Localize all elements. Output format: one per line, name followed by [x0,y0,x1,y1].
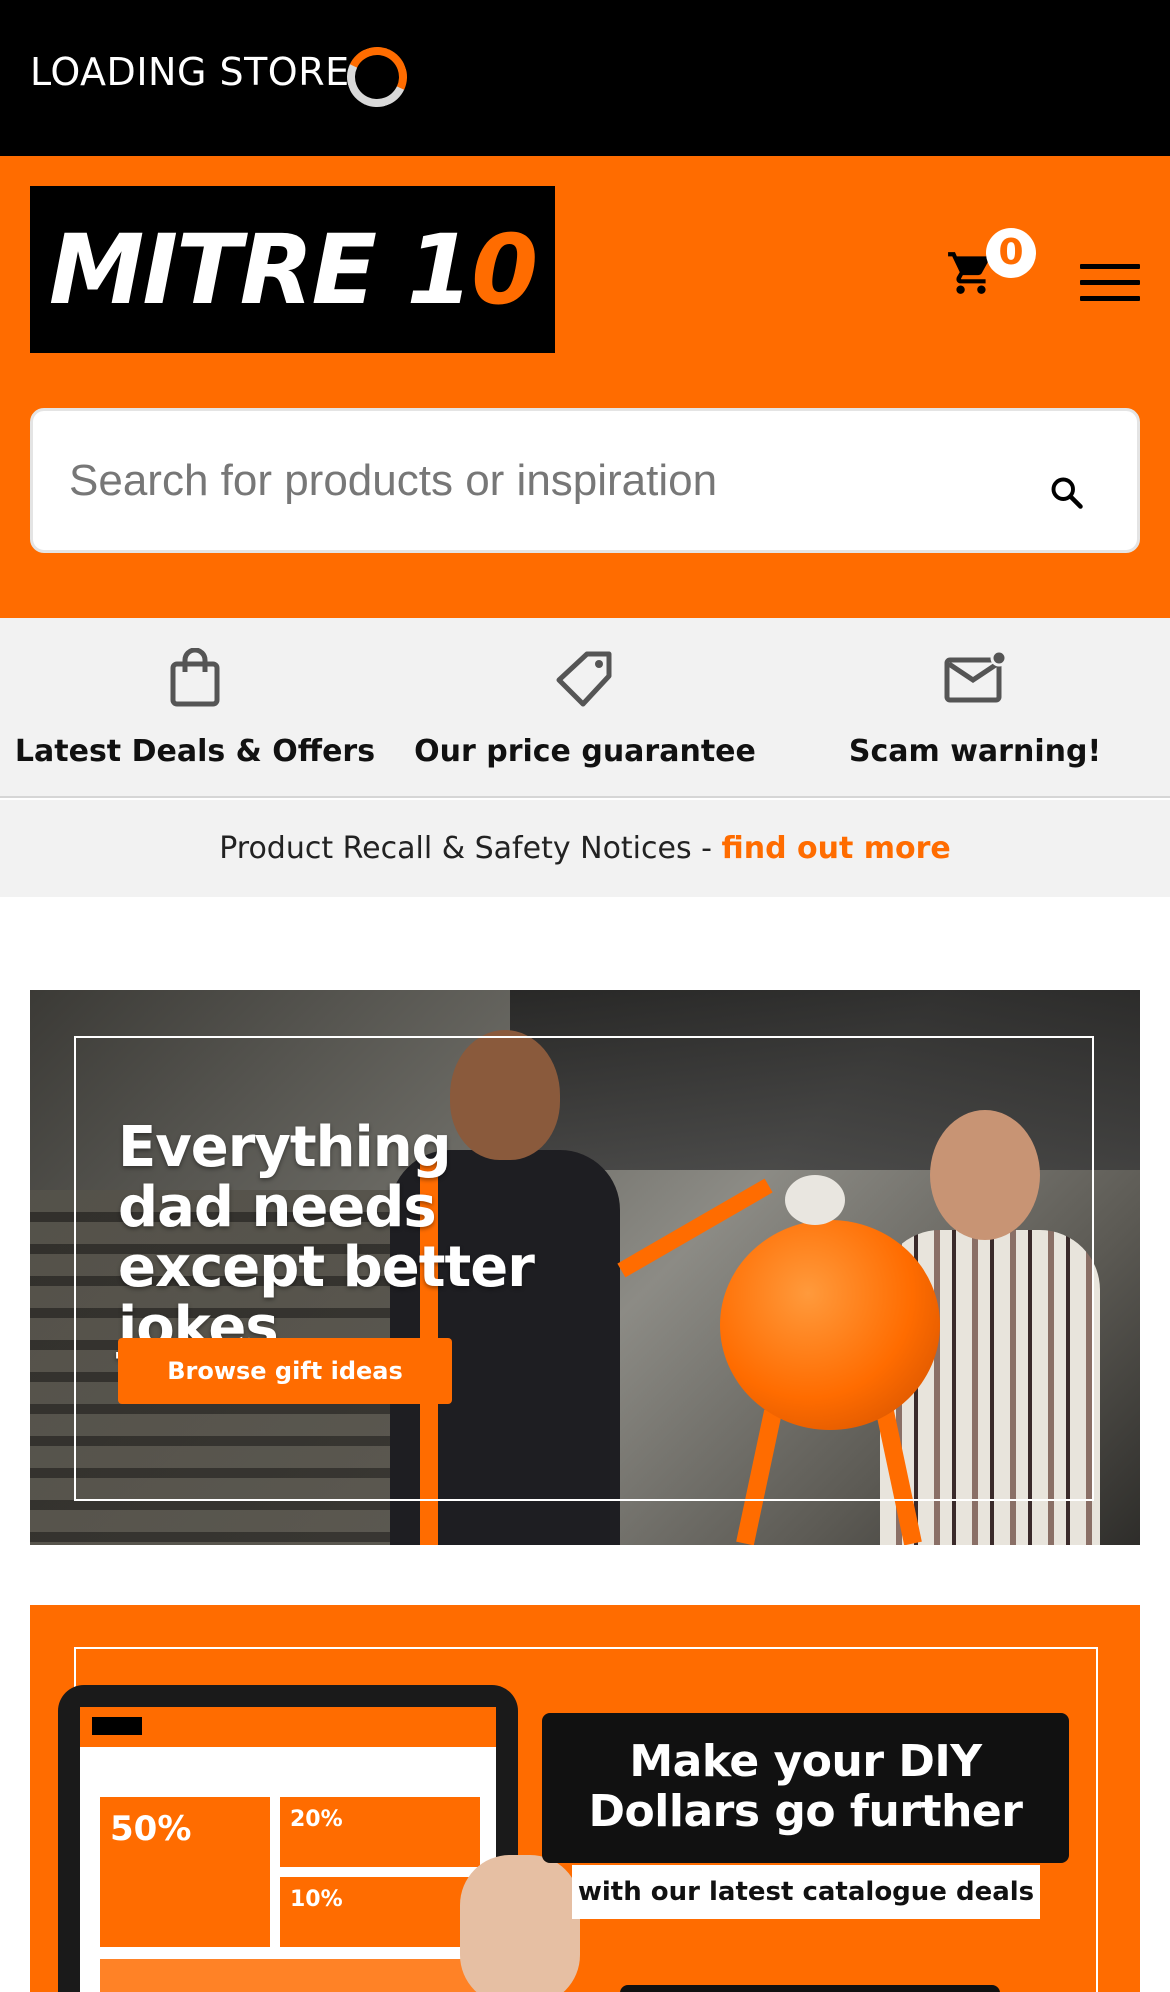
catalogue-button[interactable] [620,1985,1000,1992]
tablet-tile-20: 20% [290,1807,343,1832]
find-out-more-link[interactable]: find out more [722,831,951,866]
logo-accent-text: 0 [471,213,538,326]
hamburger-menu-icon[interactable] [1080,264,1140,304]
hero-title: Everything dad needs except better jokes [118,1115,535,1360]
cart-count-badge: 0 [986,228,1036,278]
mitre10-logo[interactable]: MITRE 10 [30,186,555,353]
tablet-tile-50: 50% [110,1809,192,1849]
catalogue-title: Make your DIY Dollars go further [542,1713,1069,1863]
price-guarantee-link[interactable]: Our price guarantee [390,618,780,798]
search-input[interactable] [69,451,969,511]
scam-warning-label: Scam warning! [848,734,1102,769]
tablet-image: 50% 20% 10% [58,1685,518,1992]
catalogue-subtitle: with our latest catalogue deals [572,1865,1040,1919]
recall-notice: Product Recall & Safety Notices - find o… [0,800,1170,897]
browse-gift-ideas-button[interactable]: Browse gift ideas [118,1338,452,1404]
latest-deals-label: Latest Deals & Offers [14,734,376,769]
search-box [30,408,1140,553]
site-header: MITRE 10 0 [0,156,1170,618]
price-guarantee-label: Our price guarantee [414,734,756,769]
latest-deals-link[interactable]: Latest Deals & Offers [0,618,390,798]
catalogue-banner[interactable]: 50% 20% 10% Make your DIY Dollars go fur… [30,1605,1140,1992]
search-icon[interactable] [1049,475,1085,511]
shopping-bag-icon [170,648,220,707]
mail-alert-icon [944,649,1007,703]
recall-text: Product Recall & Safety Notices - [219,831,722,866]
loading-store-text: LOADING STORE [30,50,350,94]
loading-spinner-icon [338,38,416,116]
loading-bar: LOADING STORE [0,0,1170,156]
price-tag-icon [556,651,612,707]
fathers-day-banner[interactable]: Everything dad needs except better jokes… [30,990,1140,1545]
hand-image [460,1855,580,1992]
scam-warning-link[interactable]: Scam warning! [780,618,1170,798]
logo-text: MITRE 1 [48,213,473,326]
info-strip: Latest Deals & Offers Our price guarante… [0,618,1170,798]
tablet-tile-10: 10% [290,1887,343,1912]
